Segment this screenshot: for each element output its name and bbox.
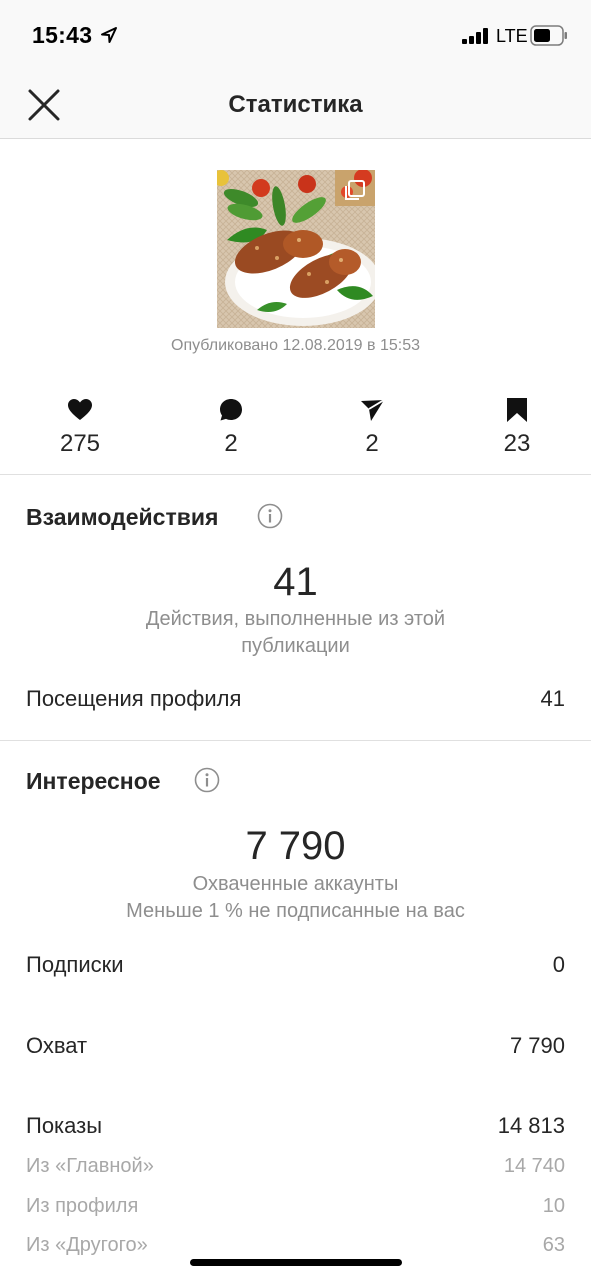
divider	[0, 740, 591, 741]
from-profile-label: Из профиля	[26, 1195, 139, 1217]
send-icon	[361, 399, 385, 421]
interactions-total: 41	[273, 560, 318, 604]
from-profile-value: 10	[542, 1195, 565, 1217]
bookmark-icon	[507, 398, 527, 422]
reach-total: 7 790	[245, 824, 346, 868]
reach-description: Охваченные аккаунты	[192, 873, 399, 895]
likes-metric: 275	[20, 396, 140, 458]
carousel-icon	[345, 180, 365, 200]
interactions-description: Действия, выполненные из этой публикации	[145, 608, 446, 657]
divider	[0, 474, 591, 475]
from-other-label: Из «Другого»	[26, 1234, 148, 1256]
reach-label: Охват	[26, 1033, 88, 1058]
location-arrow-icon	[101, 27, 117, 43]
comments-count: 2	[224, 430, 238, 457]
saves-metric: 23	[457, 396, 577, 458]
reach-value: 7 790	[509, 1033, 565, 1058]
home-indicator[interactable]	[190, 1259, 402, 1266]
info-icon[interactable]	[257, 503, 283, 529]
info-icon[interactable]	[194, 767, 220, 793]
comment-icon	[220, 399, 242, 421]
likes-count: 275	[59, 430, 101, 457]
interactions-title: Взаимодействия	[26, 504, 219, 530]
nav-bar: Статистика	[0, 72, 591, 139]
discovery-title: Интересное	[26, 768, 161, 794]
published-date: Опубликовано 12.08.2019 в 15:53	[171, 337, 420, 354]
impressions-label: Показы	[26, 1113, 103, 1138]
status-bar: 15:43 LTE	[0, 0, 591, 72]
page-title: Статистика	[228, 91, 363, 118]
comments-metric: 2	[171, 396, 291, 458]
saves-count: 23	[503, 430, 531, 457]
follows-label: Подписки	[26, 952, 124, 977]
profile-visits-label: Посещения профиля	[26, 686, 242, 711]
non-followers-note: Меньше 1 % не подписанные на вас	[126, 900, 465, 922]
signal-bars-icon	[462, 28, 488, 44]
status-time: 15:43	[32, 22, 93, 48]
impressions-value: 14 813	[497, 1113, 565, 1138]
from-home-label: Из «Главной»	[26, 1155, 154, 1177]
post-thumbnail[interactable]	[217, 170, 375, 328]
network-label: LTE	[496, 26, 528, 46]
shares-count: 2	[365, 430, 379, 457]
from-home-value: 14 740	[503, 1155, 565, 1177]
heart-icon	[68, 399, 92, 420]
profile-visits-value: 41	[540, 686, 565, 711]
follows-value: 0	[552, 952, 565, 977]
battery-icon	[530, 25, 567, 46]
shares-metric: 2	[312, 396, 432, 458]
from-other-value: 63	[542, 1234, 565, 1256]
